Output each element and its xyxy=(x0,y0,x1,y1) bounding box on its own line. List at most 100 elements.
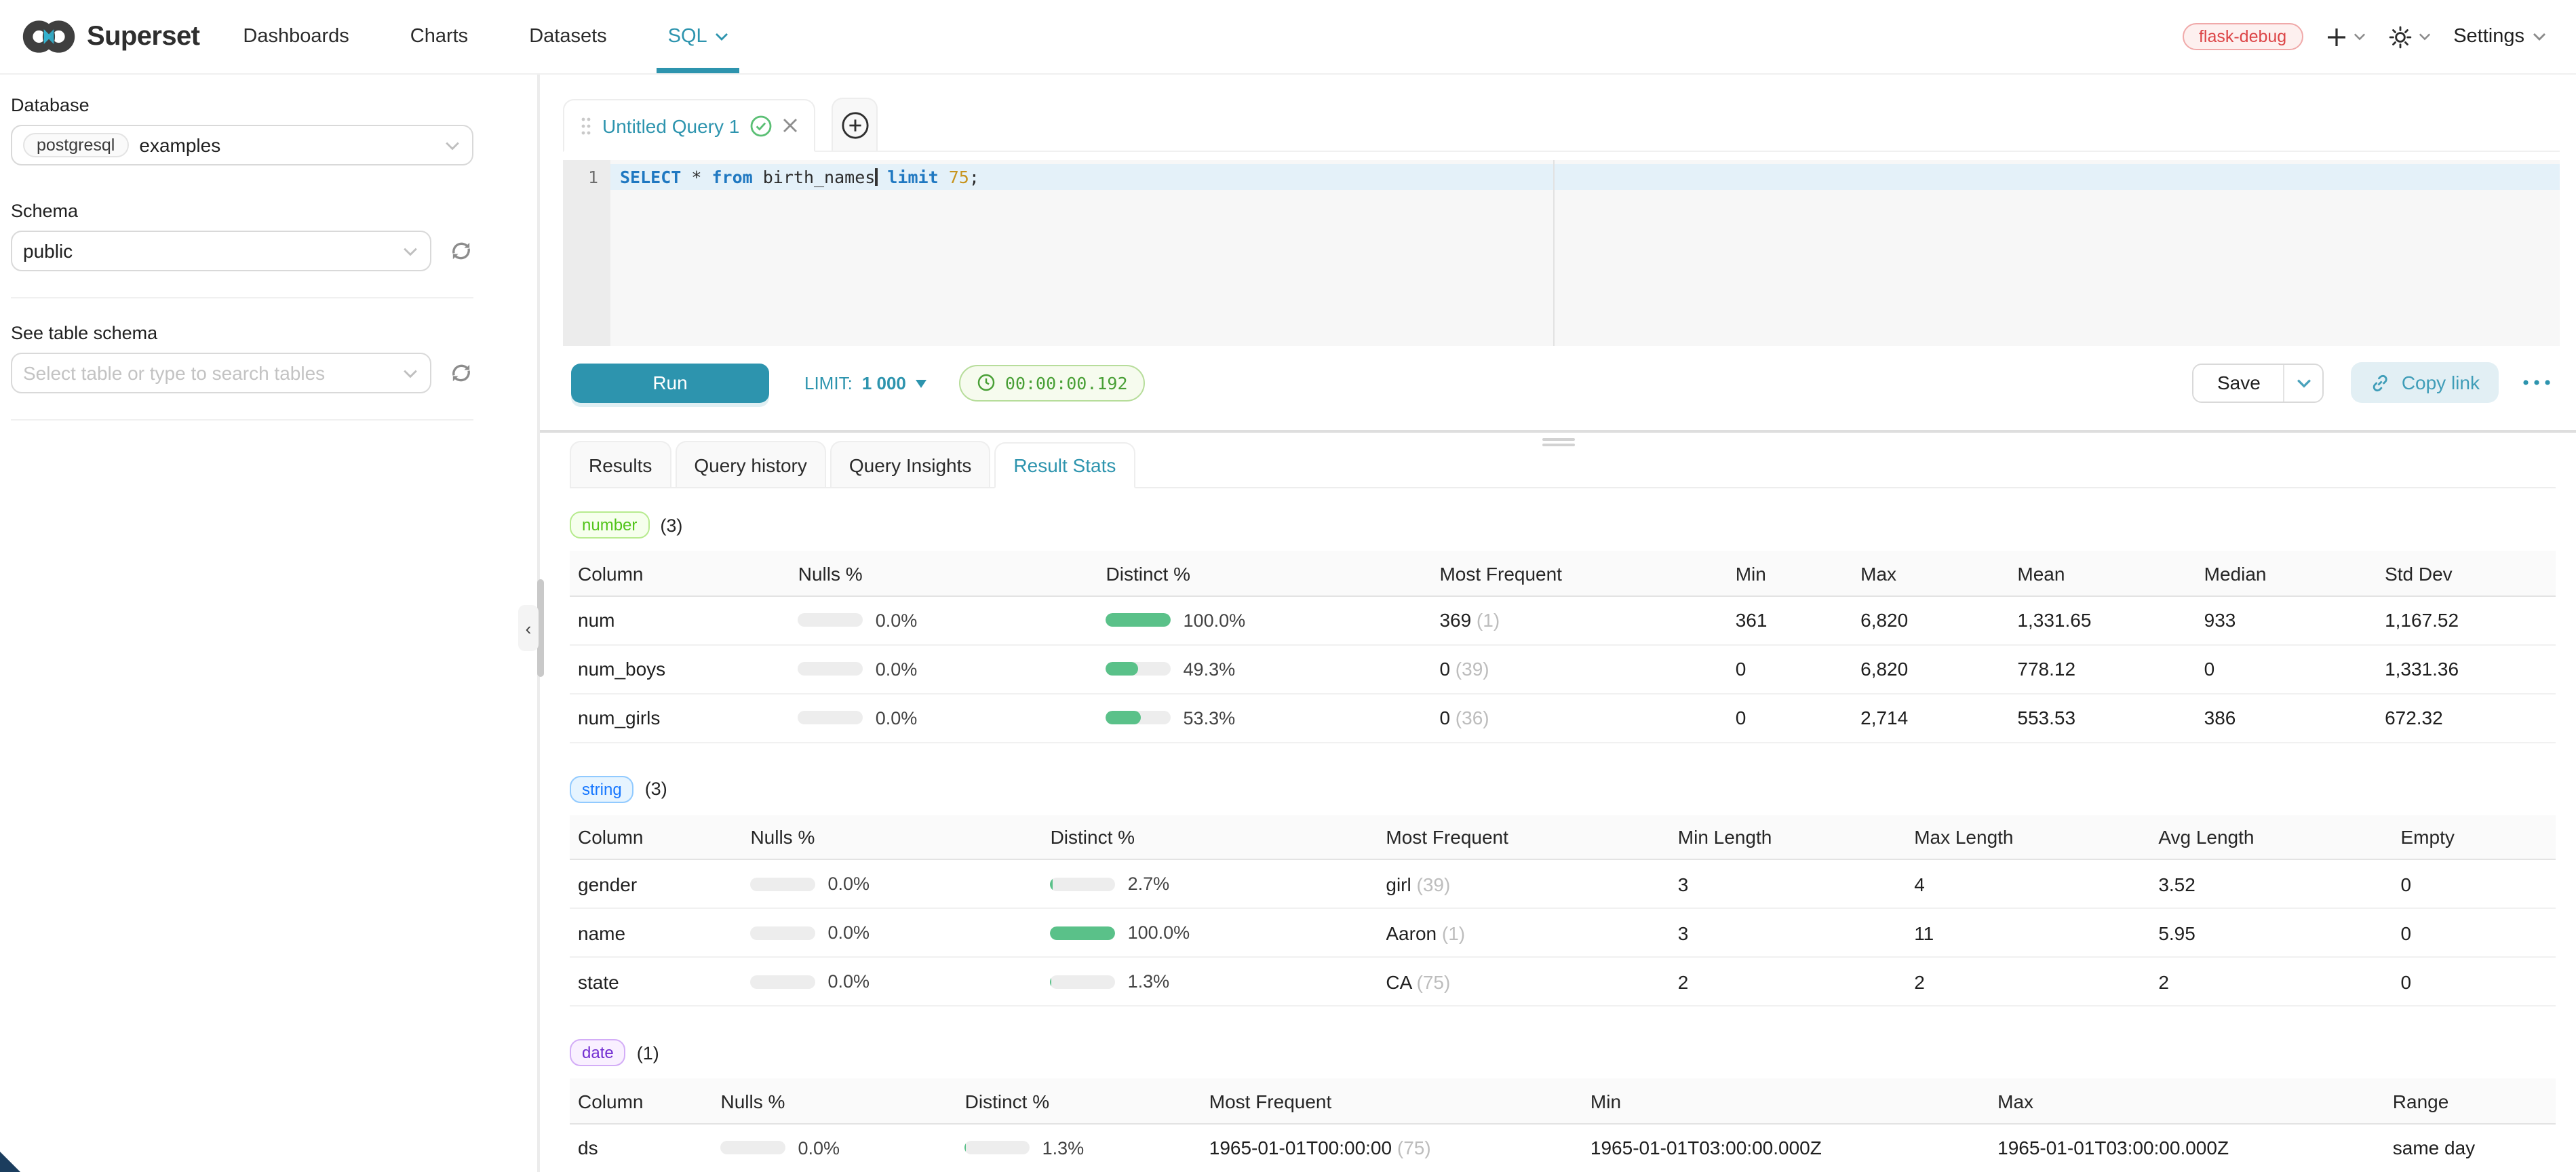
progress-track xyxy=(750,975,815,989)
database-select[interactable]: postgresql examples xyxy=(11,125,473,165)
stat-value-cell: same day xyxy=(2393,1124,2556,1172)
progress-track xyxy=(750,926,815,940)
stat-value-cell: 3.52 xyxy=(2158,860,2400,909)
progress-cell: 100.0% xyxy=(1051,909,1386,958)
table-select[interactable]: Select table or type to search tables xyxy=(11,353,431,393)
stat-value-cell: 0 xyxy=(2401,860,2556,909)
query-tab-strip: Untitled Query 1 xyxy=(563,99,2560,152)
column-name-cell: ds xyxy=(570,1124,721,1172)
results-tab-results[interactable]: Results xyxy=(570,442,671,488)
sun-icon xyxy=(2388,25,2411,48)
splitter-grip-icon[interactable] xyxy=(1542,435,1574,449)
column-header: Empty xyxy=(2401,815,2556,860)
nav-dashboards[interactable]: Dashboards xyxy=(243,0,349,73)
results-tab-query-history[interactable]: Query history xyxy=(675,442,826,488)
stats-table-string: ColumnNulls %Distinct %Most FrequentMin … xyxy=(570,815,2556,1007)
superset-logo[interactable]: Superset xyxy=(22,0,199,73)
column-header: Column xyxy=(570,1079,721,1124)
add-tab-button[interactable] xyxy=(832,98,878,151)
column-header: Mean xyxy=(2017,551,2204,596)
schema-select[interactable]: public xyxy=(11,231,431,271)
copy-link-button[interactable]: Copy link xyxy=(2351,362,2499,403)
nav-datasets[interactable]: Datasets xyxy=(529,0,606,73)
environment-badge: flask-debug xyxy=(2183,23,2303,50)
stat-value-cell: 0 xyxy=(2401,958,2556,1007)
database-select-value: examples xyxy=(139,134,220,156)
sql-editor[interactable]: 1 SELECT * from birth_names limit 75; xyxy=(563,160,2560,346)
stat-value-cell: 0 xyxy=(1736,694,1860,743)
column-header: Distinct % xyxy=(1106,551,1440,596)
most-frequent-value: CA xyxy=(1386,971,1411,993)
progress-cell: 49.3% xyxy=(1106,645,1440,694)
chevron-down-icon xyxy=(445,140,460,150)
column-header: Median xyxy=(2204,551,2385,596)
most-frequent-value: 0 xyxy=(1439,659,1450,680)
new-item-button[interactable] xyxy=(2326,26,2365,47)
progress-fill xyxy=(1106,614,1171,627)
progress-track xyxy=(750,878,815,891)
query-tab[interactable]: Untitled Query 1 xyxy=(563,99,815,152)
progress-track xyxy=(1106,663,1171,676)
table-row: gender0.0%2.7%girl (39)343.520 xyxy=(570,860,2556,909)
type-badge-date: date xyxy=(570,1040,626,1067)
editor-code-area[interactable]: SELECT * from birth_names limit 75; xyxy=(610,160,2560,346)
progress-fill xyxy=(1106,711,1141,725)
theme-toggle-button[interactable] xyxy=(2388,25,2430,48)
progress-bar: 0.0% xyxy=(798,708,1098,728)
stat-value-cell: 2 xyxy=(2158,958,2400,1007)
navbar: Superset Dashboards Charts Datasets SQL … xyxy=(0,0,2576,75)
table-row: state0.0%1.3%CA (75)2220 xyxy=(570,958,2556,1007)
refresh-schemas-button[interactable] xyxy=(449,239,473,263)
column-header: Distinct % xyxy=(1051,815,1386,860)
collapse-icon: ‹ xyxy=(526,618,532,638)
most-frequent-value: 0 xyxy=(1439,707,1450,729)
settings-menu[interactable]: Settings xyxy=(2453,26,2546,47)
progress-track xyxy=(1106,614,1171,627)
schema-label: Schema xyxy=(11,201,473,221)
column-name-cell: num xyxy=(570,596,798,645)
section-header: number (3) xyxy=(570,512,2556,539)
clock-icon xyxy=(977,373,996,392)
sidebar-divider-line xyxy=(11,419,473,421)
sqllab-left-sidebar: Database postgresql examples Schema publ… xyxy=(0,75,537,1172)
stats-section-string: string(3)ColumnNulls %Distinct %Most Fre… xyxy=(570,776,2556,1007)
stat-value-cell: 933 xyxy=(2204,596,2385,645)
run-query-button[interactable]: Run xyxy=(571,363,769,402)
progress-label: 0.0% xyxy=(827,972,870,992)
sqllab-main: Untitled Query 1 xyxy=(540,75,2576,1172)
nav-charts[interactable]: Charts xyxy=(410,0,468,73)
plus-circle-icon xyxy=(840,111,869,139)
results-tab-query-insights[interactable]: Query Insights xyxy=(830,442,991,488)
schema-select-value: public xyxy=(23,240,73,262)
collapse-sidebar-button[interactable]: ‹ xyxy=(518,605,539,651)
nav-sql[interactable]: SQL xyxy=(668,0,729,73)
progress-label: 1.3% xyxy=(1128,972,1170,992)
close-tab-icon[interactable] xyxy=(783,118,798,133)
more-actions-button[interactable] xyxy=(2522,378,2552,387)
column-header: Most Frequent xyxy=(1439,551,1735,596)
progress-label: 0.0% xyxy=(876,708,918,728)
type-badge-number: number xyxy=(570,512,649,539)
stat-value-cell: 1965-01-01T03:00:00.000Z xyxy=(1997,1124,2393,1172)
result-stats-content: number (3) ColumnNulls %Distinct %Most Fre… xyxy=(570,489,2556,1172)
progress-label: 0.0% xyxy=(876,659,918,680)
pane-splitter[interactable] xyxy=(540,430,2576,441)
column-name-cell: name xyxy=(570,909,750,958)
results-tab-result-stats[interactable]: Result Stats xyxy=(994,443,1135,489)
refresh-tables-button[interactable] xyxy=(449,361,473,385)
limit-dropdown[interactable]: LIMIT: 1 000 xyxy=(804,372,926,393)
progress-track xyxy=(1051,878,1116,891)
sql-token: * xyxy=(681,167,711,187)
navbar-right: flask-debug Settings xyxy=(2183,0,2546,73)
column-header: Most Frequent xyxy=(1386,815,1677,860)
save-options-button[interactable] xyxy=(2284,364,2323,401)
column-count: (3) xyxy=(660,515,682,536)
drag-handle-icon[interactable] xyxy=(581,116,591,135)
save-button[interactable]: Save xyxy=(2194,364,2284,401)
stat-value-cell: 361 xyxy=(1736,596,1860,645)
progress-bar: 0.0% xyxy=(721,1138,957,1158)
progress-bar: 0.0% xyxy=(750,923,1042,943)
progress-cell: 0.0% xyxy=(750,860,1050,909)
limit-value: 1 000 xyxy=(862,372,906,393)
progress-bar: 53.3% xyxy=(1106,708,1432,728)
